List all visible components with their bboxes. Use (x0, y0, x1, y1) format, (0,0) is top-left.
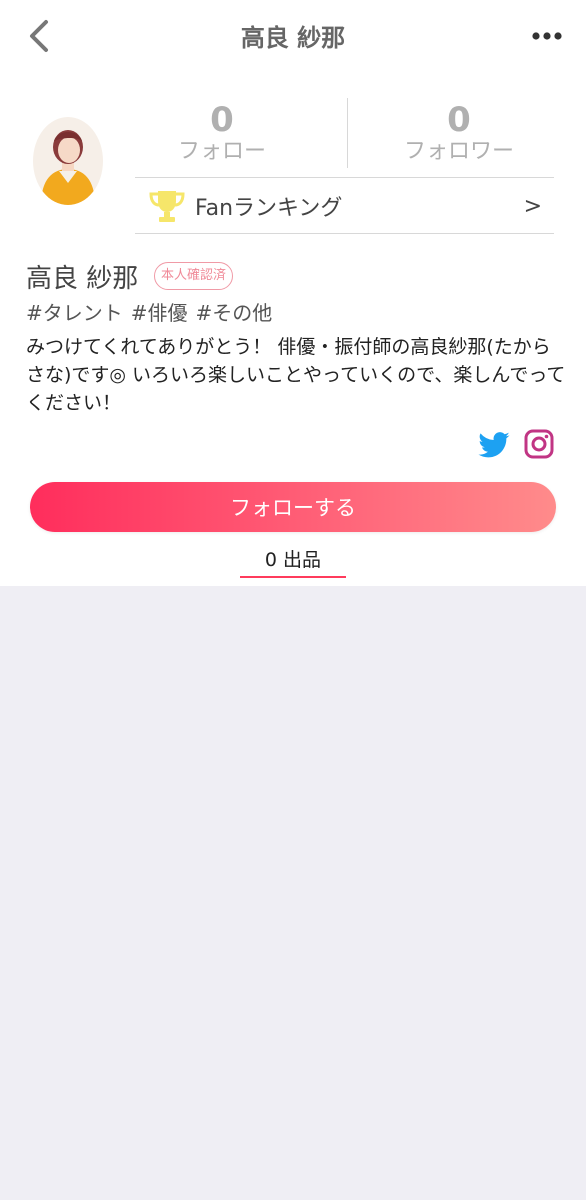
tag[interactable]: #俳優 (131, 301, 188, 325)
instagram-icon[interactable] (524, 429, 554, 459)
trophy-icon (147, 186, 187, 226)
more-options-icon[interactable] (530, 28, 564, 42)
avatar (33, 117, 103, 205)
chevron-right-icon: > (523, 194, 542, 219)
tab-indicator (240, 576, 346, 578)
fan-ranking-row[interactable]: Fanランキング > (135, 178, 554, 233)
page-title: 高良 紗那 (240, 24, 346, 52)
profile-panel: 高良 紗那 0 フォロー 0 フォロワー Fanランキング > 高良 紗那 本人… (0, 0, 586, 586)
tag[interactable]: #タレント (26, 301, 123, 325)
followers-label: フォロワー (403, 139, 514, 164)
followers-count: 0 (447, 100, 471, 140)
verified-badge: 本人確認済 (154, 262, 234, 290)
tag[interactable]: #その他 (196, 301, 273, 325)
following-stat[interactable]: 0 フォロー (117, 100, 327, 164)
following-count: 0 (210, 100, 234, 140)
profile-bio: みつけてくれてありがとう！ 俳優・振付師の高良紗那(たからさな)です◎ いろいろ… (26, 336, 566, 414)
fan-ranking-label: Fanランキング (195, 196, 343, 221)
tab-items[interactable]: 0 出品 (240, 545, 346, 572)
tag-list: #タレント #俳優 #その他 (26, 297, 280, 326)
following-label: フォロー (177, 139, 266, 164)
divider (135, 233, 554, 234)
followers-stat[interactable]: 0 フォロワー (354, 100, 564, 164)
twitter-icon[interactable] (477, 428, 511, 462)
stats-divider (347, 98, 348, 168)
profile-name: 高良 紗那 (26, 264, 139, 294)
follow-button[interactable]: フォローする (30, 482, 556, 532)
